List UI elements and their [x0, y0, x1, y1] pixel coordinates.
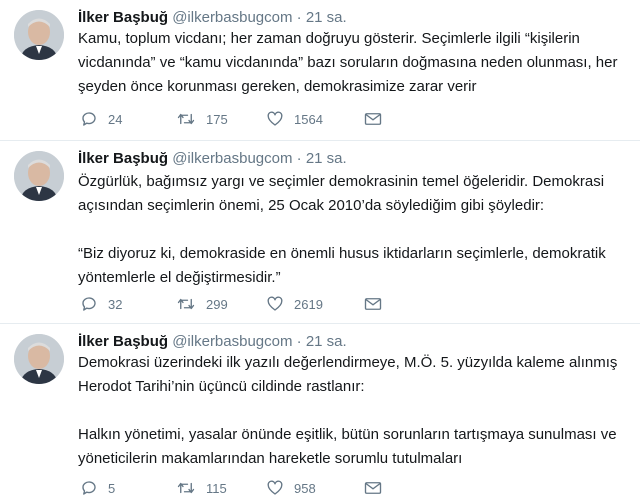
reply-count: 5 — [108, 480, 116, 496]
retweet-count: 299 — [206, 296, 228, 312]
retweet-icon — [176, 295, 196, 313]
tweet-text: Kamu, toplum vicdanı; her zaman doğruyu … — [78, 30, 622, 95]
tweet-1[interactable]: İlker Başbuğ @ilkerbasbugcom · 21 sa. Ka… — [0, 0, 640, 141]
like-icon — [266, 295, 284, 313]
author-handle[interactable]: @ilkerbasbugcom — [172, 150, 292, 167]
reply-icon — [80, 295, 98, 313]
message-icon — [364, 480, 382, 496]
author-handle[interactable]: @ilkerbasbugcom — [172, 9, 292, 26]
like-icon — [266, 110, 284, 128]
like-button[interactable]: 1564 — [266, 110, 364, 128]
reply-button[interactable]: 24 — [80, 110, 176, 128]
reply-count: 24 — [108, 111, 123, 127]
like-count: 958 — [294, 480, 316, 496]
retweet-count: 175 — [206, 111, 228, 127]
tweet-header: İlker Başbuğ @ilkerbasbugcom · 21 sa. — [78, 147, 347, 171]
author-name[interactable]: İlker Başbuğ — [78, 333, 168, 350]
avatar[interactable] — [14, 334, 64, 384]
like-icon — [266, 479, 284, 497]
author-name[interactable]: İlker Başbuğ — [78, 150, 168, 167]
reply-button[interactable]: 5 — [80, 479, 176, 497]
retweet-button[interactable]: 175 — [176, 110, 266, 128]
message-icon — [364, 111, 382, 127]
tweet-actions: 5 115 958 — [80, 477, 382, 499]
tweet-3[interactable]: İlker Başbuğ @ilkerbasbugcom · 21 sa. De… — [0, 324, 640, 504]
reply-count: 32 — [108, 296, 123, 312]
retweet-button[interactable]: 115 — [176, 479, 266, 497]
tweet-actions: 32 299 2619 — [80, 293, 382, 315]
avatar[interactable] — [14, 151, 64, 201]
tweet-2[interactable]: İlker Başbuğ @ilkerbasbugcom · 21 sa. Öz… — [0, 141, 640, 324]
separator-dot: · — [296, 150, 302, 167]
direct-message-button[interactable] — [364, 480, 382, 496]
retweet-icon — [176, 479, 196, 497]
reply-icon — [80, 110, 98, 128]
tweet-text: Özgürlük, bağımsız yargı ve seçimler dem… — [78, 173, 606, 286]
direct-message-button[interactable] — [364, 111, 382, 127]
timestamp[interactable]: 21 sa. — [306, 9, 347, 26]
reply-button[interactable]: 32 — [80, 295, 176, 313]
retweet-button[interactable]: 299 — [176, 295, 266, 313]
like-count: 2619 — [294, 296, 323, 312]
timestamp[interactable]: 21 sa. — [306, 333, 347, 350]
like-button[interactable]: 958 — [266, 479, 364, 497]
avatar[interactable] — [14, 10, 64, 60]
author-handle[interactable]: @ilkerbasbugcom — [172, 333, 292, 350]
separator-dot: · — [296, 333, 302, 350]
message-icon — [364, 296, 382, 312]
tweet-text: Demokrasi üzerindeki ilk yazılı değerlen… — [78, 354, 618, 467]
retweet-icon — [176, 110, 196, 128]
like-button[interactable]: 2619 — [266, 295, 364, 313]
like-count: 1564 — [294, 111, 323, 127]
tweet-actions: 24 175 1564 — [80, 108, 382, 130]
direct-message-button[interactable] — [364, 296, 382, 312]
separator-dot: · — [296, 9, 302, 26]
timestamp[interactable]: 21 sa. — [306, 150, 347, 167]
author-name[interactable]: İlker Başbuğ — [78, 9, 168, 26]
retweet-count: 115 — [206, 480, 227, 496]
reply-icon — [80, 479, 98, 497]
